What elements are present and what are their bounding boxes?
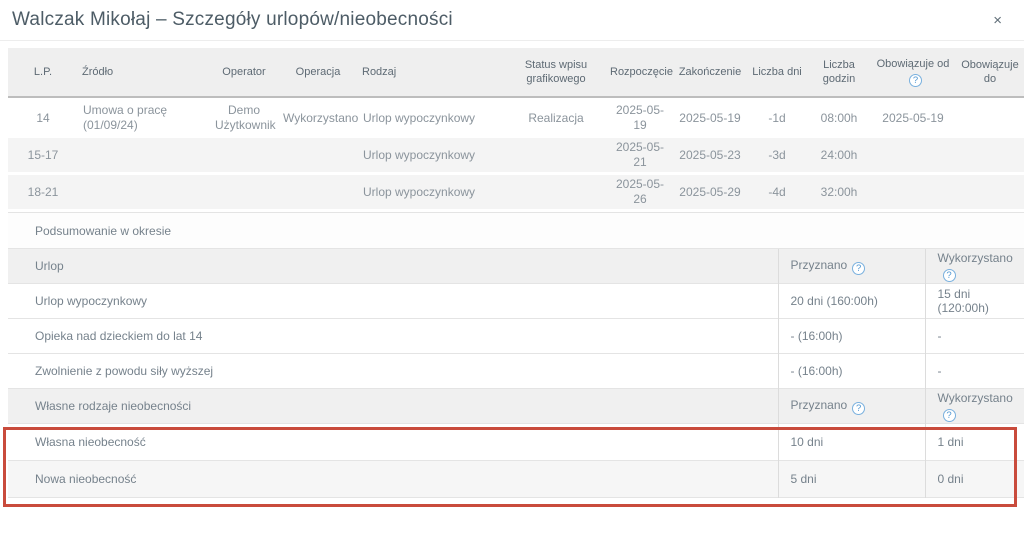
cell-zrodlo <box>78 138 210 172</box>
cell-status: Realizacja <box>506 101 606 135</box>
summary-section-header: Podsumowanie w okresie <box>8 213 1024 249</box>
table-row: 18-21 Urlop wypoczynkowy 2025-05-26 2025… <box>8 175 1024 209</box>
absence-details-modal: Walczak Mikołaj – Szczegóły urlopów/nieo… <box>0 0 1024 41</box>
cell-rozpoczecie: 2025-05-21 <box>606 138 674 172</box>
group-label: Własne rodzaje nieobecności <box>8 389 778 424</box>
cell-operator <box>210 175 278 209</box>
absence-table: L.P. Źródło Operator Operacja Rodzaj Sta… <box>8 45 1024 212</box>
help-icon[interactable]: ? <box>852 262 865 275</box>
column-header-operator: Operator <box>210 48 278 98</box>
cell-operacja <box>278 175 358 209</box>
page-title: Walczak Mikołaj – Szczegóły urlopów/nieo… <box>12 9 453 31</box>
cell-obowiazuje-do <box>956 101 1024 135</box>
column-header-liczba-godzin: Liczba godzin <box>808 48 870 98</box>
cell-obowiazuje-od <box>870 138 956 172</box>
column-header-lp: L.P. <box>8 48 78 98</box>
column-header-zrodlo: Źródło <box>78 48 210 98</box>
summary-awarded-value: - (16:00h) <box>778 354 925 389</box>
cell-lp: 15-17 <box>8 138 78 172</box>
summary-awarded-value: - (16:00h) <box>778 319 925 354</box>
cell-rodzaj: Urlop wypoczynkowy <box>358 175 506 209</box>
cell-operacja <box>278 138 358 172</box>
cell-lp: 14 <box>8 101 78 135</box>
cell-obowiazuje-od <box>870 175 956 209</box>
cell-liczba-godzin: 08:00h <box>808 101 870 135</box>
summary-group-header-wlasne: Własne rodzaje nieobecności Przyznano? W… <box>8 389 1024 424</box>
summary-used-value: 0 dni <box>925 461 1024 498</box>
summary-group-header-urlop: Urlop Przyznano? Wykorzystano? <box>8 249 1024 284</box>
cell-obowiazuje-od: 2025-05-19 <box>870 101 956 135</box>
summary-row-label: Opieka nad dzieckiem do lat 14 <box>8 319 778 354</box>
summary-used-value: 15 dni (120:00h) <box>925 284 1024 319</box>
used-label: Wykorzystano <box>938 251 1013 265</box>
cell-zakonczenie: 2025-05-19 <box>674 101 746 135</box>
cell-operator <box>210 138 278 172</box>
group-label: Urlop <box>8 249 778 284</box>
cell-rozpoczecie: 2025-05-26 <box>606 175 674 209</box>
summary-used-value: 1 dni <box>925 424 1024 461</box>
cell-liczba-godzin: 24:00h <box>808 138 870 172</box>
summary-used-value: - <box>925 319 1024 354</box>
column-header-rodzaj: Rodzaj <box>358 48 506 98</box>
awarded-label: Przyznano <box>791 258 848 272</box>
cell-rozpoczecie: 2025-05-19 <box>606 101 674 135</box>
column-header-liczba-dni: Liczba dni <box>746 48 808 98</box>
summary-awarded-value: 10 dni <box>778 424 925 461</box>
awarded-column-header: Przyznano? <box>778 249 925 284</box>
cell-zakonczenie: 2025-05-23 <box>674 138 746 172</box>
cell-operacja: Wykorzystano <box>278 101 358 135</box>
cell-liczba-godzin: 32:00h <box>808 175 870 209</box>
cell-liczba-dni: -1d <box>746 101 808 135</box>
cell-rodzaj: Urlop wypoczynkowy <box>358 101 506 135</box>
used-column-header: Wykorzystano? <box>925 249 1024 284</box>
summary-table: Podsumowanie w okresie Urlop Przyznano? … <box>8 212 1024 498</box>
table-row: 14 Umowa o pracę (01/09/24) Demo Użytkow… <box>8 101 1024 135</box>
column-header-zakonczenie: Zakończenie <box>674 48 746 98</box>
help-icon[interactable]: ? <box>943 409 956 422</box>
summary-awarded-value: 5 dni <box>778 461 925 498</box>
modal-content: L.P. Źródło Operator Operacja Rodzaj Sta… <box>8 45 1024 498</box>
awarded-label: Przyznano <box>791 398 848 412</box>
summary-section-title: Podsumowanie w okresie <box>8 213 1024 249</box>
column-header-rozpoczecie: Rozpoczęcie <box>606 48 674 98</box>
summary-row: Własna nieobecność 10 dni 1 dni <box>8 424 1024 461</box>
cell-status <box>506 175 606 209</box>
summary-row: Zwolnienie z powodu siły wyższej - (16:0… <box>8 354 1024 389</box>
summary-row: Nowa nieobecność 5 dni 0 dni <box>8 461 1024 498</box>
column-header-obowiazuje-od: Obowiązuje od? <box>870 48 956 98</box>
column-header-obowiazuje-do: Obowiązuje do <box>956 48 1024 98</box>
summary-row-label: Własna nieobecność <box>8 424 778 461</box>
summary-row-label: Nowa nieobecność <box>8 461 778 498</box>
awarded-column-header: Przyznano? <box>778 389 925 424</box>
summary-awarded-value: 20 dni (160:00h) <box>778 284 925 319</box>
summary-row: Urlop wypoczynkowy 20 dni (160:00h) 15 d… <box>8 284 1024 319</box>
column-header-operacja: Operacja <box>278 48 358 98</box>
used-column-header: Wykorzystano? <box>925 389 1024 424</box>
cell-zrodlo <box>78 175 210 209</box>
cell-operator: Demo Użytkownik <box>210 101 278 135</box>
cell-liczba-dni: -4d <box>746 175 808 209</box>
cell-lp: 18-21 <box>8 175 78 209</box>
summary-row-label: Urlop wypoczynkowy <box>8 284 778 319</box>
summary-row-label: Zwolnienie z powodu siły wyższej <box>8 354 778 389</box>
cell-status <box>506 138 606 172</box>
help-icon[interactable]: ? <box>852 402 865 415</box>
summary-row: Opieka nad dzieckiem do lat 14 - (16:00h… <box>8 319 1024 354</box>
table-header-row: L.P. Źródło Operator Operacja Rodzaj Sta… <box>8 48 1024 98</box>
cell-zakonczenie: 2025-05-29 <box>674 175 746 209</box>
close-icon[interactable]: × <box>983 9 1012 32</box>
cell-rodzaj: Urlop wypoczynkowy <box>358 138 506 172</box>
column-header-label: Obowiązuje od <box>877 58 950 70</box>
summary-used-value: - <box>925 354 1024 389</box>
table-row: 15-17 Urlop wypoczynkowy 2025-05-21 2025… <box>8 138 1024 172</box>
help-icon[interactable]: ? <box>943 269 956 282</box>
cell-obowiazuje-do <box>956 138 1024 172</box>
column-header-status: Status wpisu grafikowego <box>506 48 606 98</box>
cell-liczba-dni: -3d <box>746 138 808 172</box>
cell-zrodlo[interactable]: Umowa o pracę (01/09/24) <box>78 101 210 135</box>
used-label: Wykorzystano <box>938 391 1013 405</box>
modal-header: Walczak Mikołaj – Szczegóły urlopów/nieo… <box>0 0 1024 41</box>
cell-obowiazuje-do <box>956 175 1024 209</box>
help-icon[interactable]: ? <box>909 74 922 87</box>
